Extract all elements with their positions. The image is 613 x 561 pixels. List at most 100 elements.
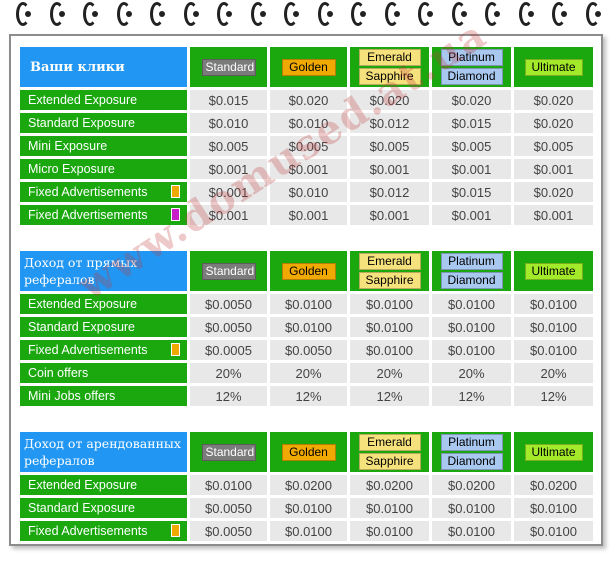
value-cell: $0.010 <box>270 113 347 133</box>
value-cell: $0.001 <box>514 205 593 225</box>
table-row: Mini Jobs offers 12% 12% 12% 12% 12% <box>20 386 593 406</box>
tier-badge-golden: Golden <box>281 58 336 76</box>
spiral-ring-icon <box>552 2 567 26</box>
value-cell: $0.020 <box>270 90 347 110</box>
value-cell: $0.020 <box>514 113 593 133</box>
row-label: Fixed Advertisements <box>20 340 187 360</box>
value-cell: $0.0100 <box>350 498 429 518</box>
row-label-text: Fixed Advertisements <box>28 343 148 357</box>
table-row: Standard Exposure $0.0050 $0.0100 $0.0100 $0… <box>20 498 593 518</box>
spiral-ring-icon <box>585 2 601 26</box>
table-row: Extended Exposure $0.0050 $0.0100 $0.0100 $0… <box>20 294 593 314</box>
value-cell: $0.012 <box>350 182 429 202</box>
table-row: Fixed Advertisements $0.0005 $0.0050 $0.010… <box>20 340 593 360</box>
tier-badge-standard: Standard <box>201 443 256 461</box>
value-cell: $0.0100 <box>270 317 347 337</box>
table-row: Mini Exposure $0.005 $0.005 $0.005 $0.005 $0.… <box>20 136 593 156</box>
value-cell: $0.0100 <box>270 498 347 518</box>
row-label: Standard Exposure <box>20 317 187 337</box>
tier-badge-standard: Standard <box>201 58 256 76</box>
value-cell: $0.0100 <box>514 498 593 518</box>
tier-header-ultimate: Ultimate <box>514 47 593 87</box>
tier-badge-diamond: Diamond <box>440 272 503 289</box>
section-gap <box>20 409 593 429</box>
value-cell: $0.005 <box>190 136 267 156</box>
value-cell: $0.010 <box>190 113 267 133</box>
row-label-text: Mini Exposure <box>28 139 108 153</box>
spiral-ring-icon <box>284 2 299 26</box>
tier-badge-golden: Golden <box>281 262 336 280</box>
tier-badge-emerald: Emerald <box>358 434 421 451</box>
value-cell: 12% <box>432 386 511 406</box>
tier-badge-diamond: Diamond <box>440 68 503 85</box>
row-label-text: Extended Exposure <box>28 478 138 492</box>
tier-badge-ultimate: Ultimate <box>524 443 583 461</box>
value-cell: $0.0100 <box>190 475 267 495</box>
earnings-table: Ваши клики Standard Golden Emerald Sapphire P… <box>17 44 596 544</box>
tier-header-standard: Standard <box>190 432 267 472</box>
tier-header-standard: Standard <box>190 251 267 291</box>
row-label-text: Standard Exposure <box>28 501 136 515</box>
spiral-ring-icon <box>485 2 500 26</box>
value-cell: $0.0050 <box>190 317 267 337</box>
value-cell: 12% <box>514 386 593 406</box>
row-label-text: Coin offers <box>28 366 89 380</box>
value-cell: $0.015 <box>432 113 511 133</box>
row-label-text: Extended Exposure <box>28 297 138 311</box>
spiral-ring-icon <box>418 2 433 26</box>
tier-badge-sapphire: Sapphire <box>358 272 421 289</box>
row-label: Fixed Advertisements <box>20 205 187 225</box>
spiral-ring-icon <box>83 2 98 26</box>
row-label: Standard Exposure <box>20 113 187 133</box>
tier-badge-sapphire: Sapphire <box>358 453 421 470</box>
value-cell: $0.0100 <box>350 294 429 314</box>
tier-badge-ultimate: Ultimate <box>524 58 583 76</box>
table-row: Extended Exposure $0.015 $0.020 $0.020 $0.02… <box>20 90 593 110</box>
earnings-table-container: Ваши клики Standard Golden Emerald Sapphire P… <box>17 44 596 544</box>
notebook-spiral <box>0 0 613 30</box>
value-cell: $0.001 <box>350 159 429 179</box>
value-cell: $0.010 <box>270 182 347 202</box>
row-label-text: Fixed Advertisements <box>28 524 148 538</box>
color-marker-icon <box>171 185 180 198</box>
row-label: Fixed Advertisements <box>20 521 187 541</box>
tier-header-ultimate: Ultimate <box>514 432 593 472</box>
tier-header-platinum: Platinum Diamond <box>432 251 511 291</box>
value-cell: $0.020 <box>514 182 593 202</box>
color-marker-icon <box>171 343 180 356</box>
tier-badge-emerald: Emerald <box>358 253 421 270</box>
section-gap <box>20 228 593 248</box>
row-label: Extended Exposure <box>20 90 187 110</box>
section-header-row: Ваши клики Standard Golden Emerald Sapphire P… <box>20 47 593 87</box>
section-title: Ваши клики <box>20 47 187 87</box>
row-label-text: Standard Exposure <box>28 320 136 334</box>
value-cell: 20% <box>190 363 267 383</box>
value-cell: $0.005 <box>350 136 429 156</box>
value-cell: $0.0100 <box>432 294 511 314</box>
value-cell: $0.0050 <box>190 294 267 314</box>
value-cell: $0.012 <box>350 113 429 133</box>
value-cell: 20% <box>432 363 511 383</box>
tier-header-golden: Golden <box>270 251 347 291</box>
table-row: Coin offers 20% 20% 20% 20% 20% <box>20 363 593 383</box>
tier-badge-ultimate: Ultimate <box>524 262 583 280</box>
row-label: Mini Exposure <box>20 136 187 156</box>
value-cell: $0.015 <box>190 90 267 110</box>
tier-badge-emerald: Emerald <box>358 49 421 66</box>
spiral-ring-icon <box>317 2 333 26</box>
tier-header-golden: Golden <box>270 432 347 472</box>
value-cell: $0.001 <box>432 159 511 179</box>
tier-badge-diamond: Diamond <box>440 453 503 470</box>
section-title: Доход от арендованных рефералов <box>20 432 187 472</box>
tier-header-ultimate: Ultimate <box>514 251 593 291</box>
tier-header-emerald: Emerald Sapphire <box>350 251 429 291</box>
row-label: Coin offers <box>20 363 187 383</box>
value-cell: $0.001 <box>190 182 267 202</box>
color-marker-icon <box>171 208 180 221</box>
value-cell: $0.0100 <box>432 498 511 518</box>
spiral-ring-icon <box>250 2 266 26</box>
row-label: Extended Exposure <box>20 475 187 495</box>
value-cell: $0.001 <box>270 159 347 179</box>
tier-badge-platinum: Platinum <box>440 434 503 451</box>
value-cell: $0.0100 <box>432 340 511 360</box>
